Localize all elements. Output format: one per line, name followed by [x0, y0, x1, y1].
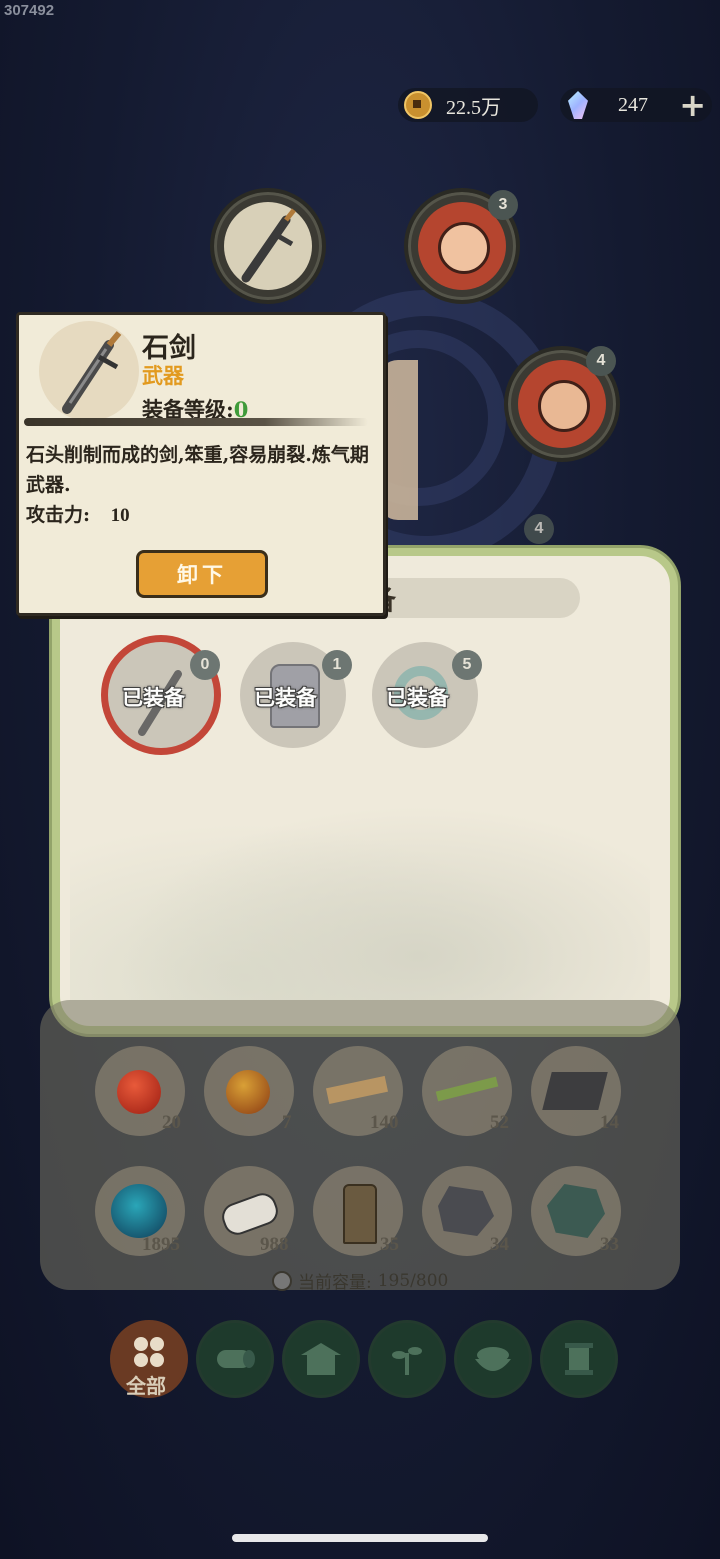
tab-scroll[interactable]	[540, 1320, 618, 1398]
scroll-icon	[565, 1343, 593, 1375]
tab-building[interactable]	[282, 1320, 360, 1398]
tab-food[interactable]	[454, 1320, 532, 1398]
item-count: 34	[490, 1234, 509, 1255]
bamboo-icon	[435, 1076, 499, 1102]
gem-counter: 247 +	[560, 86, 712, 124]
coin-amount: 22.5万	[446, 96, 501, 119]
item-count: 14	[600, 1112, 619, 1133]
tab-herb[interactable]	[368, 1320, 446, 1398]
equipped-armor-badge: 1	[322, 650, 352, 680]
jade-ore-icon	[547, 1184, 605, 1238]
all-grid-icon	[134, 1337, 164, 1367]
gold-pill-icon	[226, 1070, 270, 1114]
capacity-indicator: 当前容量: 195/800	[272, 1268, 448, 1293]
gem-amount: 247	[618, 93, 648, 116]
equipped-label: 已装备	[122, 685, 185, 710]
capacity-value: 195/800	[377, 1270, 449, 1291]
pet-right-badge: 4	[586, 346, 616, 376]
equipped-bracelet-badge: 5	[452, 650, 482, 680]
tab-wood[interactable]	[196, 1320, 274, 1398]
red-pill-icon	[117, 1070, 161, 1114]
item-count: 1895	[142, 1234, 180, 1255]
rice-bowl-icon	[475, 1347, 511, 1371]
unequip-button[interactable]: 卸下	[136, 550, 268, 598]
tab-all-label: 全部	[126, 1374, 166, 1398]
spirit-orb-icon	[111, 1184, 167, 1238]
item-attack: 攻击力: 10	[26, 500, 130, 527]
attack-value: 10	[110, 505, 130, 526]
item-description: 石头削制而成的剑,笨重,容易崩裂.炼气期武器.	[26, 444, 369, 496]
coin-counter: 22.5万	[398, 88, 538, 122]
sword-icon	[241, 208, 296, 283]
capacity-label: 当前容量:	[298, 1273, 372, 1293]
gem-icon	[568, 91, 588, 119]
house-icon	[301, 1343, 341, 1375]
item-count: 20	[162, 1112, 181, 1133]
item-count: 140	[370, 1112, 399, 1133]
log-icon	[217, 1350, 255, 1368]
home-indicator[interactable]	[232, 1534, 488, 1542]
pet-face-icon	[538, 380, 590, 432]
pet-top-badge: 3	[488, 190, 518, 220]
pet-lower-badge: 4	[524, 514, 554, 544]
equipped-weapon-badge: 0	[190, 650, 220, 680]
landscape-decoration	[70, 780, 650, 1000]
herb-icon	[392, 1347, 422, 1375]
wood-planks-icon	[325, 1075, 389, 1105]
bag-icon	[272, 1270, 292, 1291]
coin-icon	[404, 91, 432, 119]
item-count: 35	[380, 1234, 399, 1255]
item-type: 武器	[142, 363, 184, 388]
pet-face-icon	[438, 222, 490, 274]
attack-label: 攻击力:	[26, 504, 91, 526]
item-icon-bg	[39, 321, 139, 421]
watermark-id: 307492	[4, 2, 55, 19]
add-gems-button[interactable]: +	[679, 86, 706, 124]
item-count: 988	[260, 1234, 289, 1255]
weapon-slot[interactable]	[210, 188, 326, 304]
equipped-label: 已装备	[254, 685, 317, 710]
iron-ingot-icon	[542, 1072, 608, 1110]
token-icon	[343, 1184, 377, 1244]
equipped-label: 已装备	[386, 685, 449, 710]
brush-divider	[24, 418, 368, 426]
item-count: 52	[490, 1112, 509, 1133]
sword-icon	[62, 331, 122, 414]
item-count: 7	[282, 1112, 292, 1133]
item-count: 33	[600, 1234, 619, 1255]
inventory-item[interactable]	[204, 1046, 294, 1136]
stone-slab-icon	[218, 1189, 282, 1239]
black-rock-icon	[438, 1186, 494, 1236]
